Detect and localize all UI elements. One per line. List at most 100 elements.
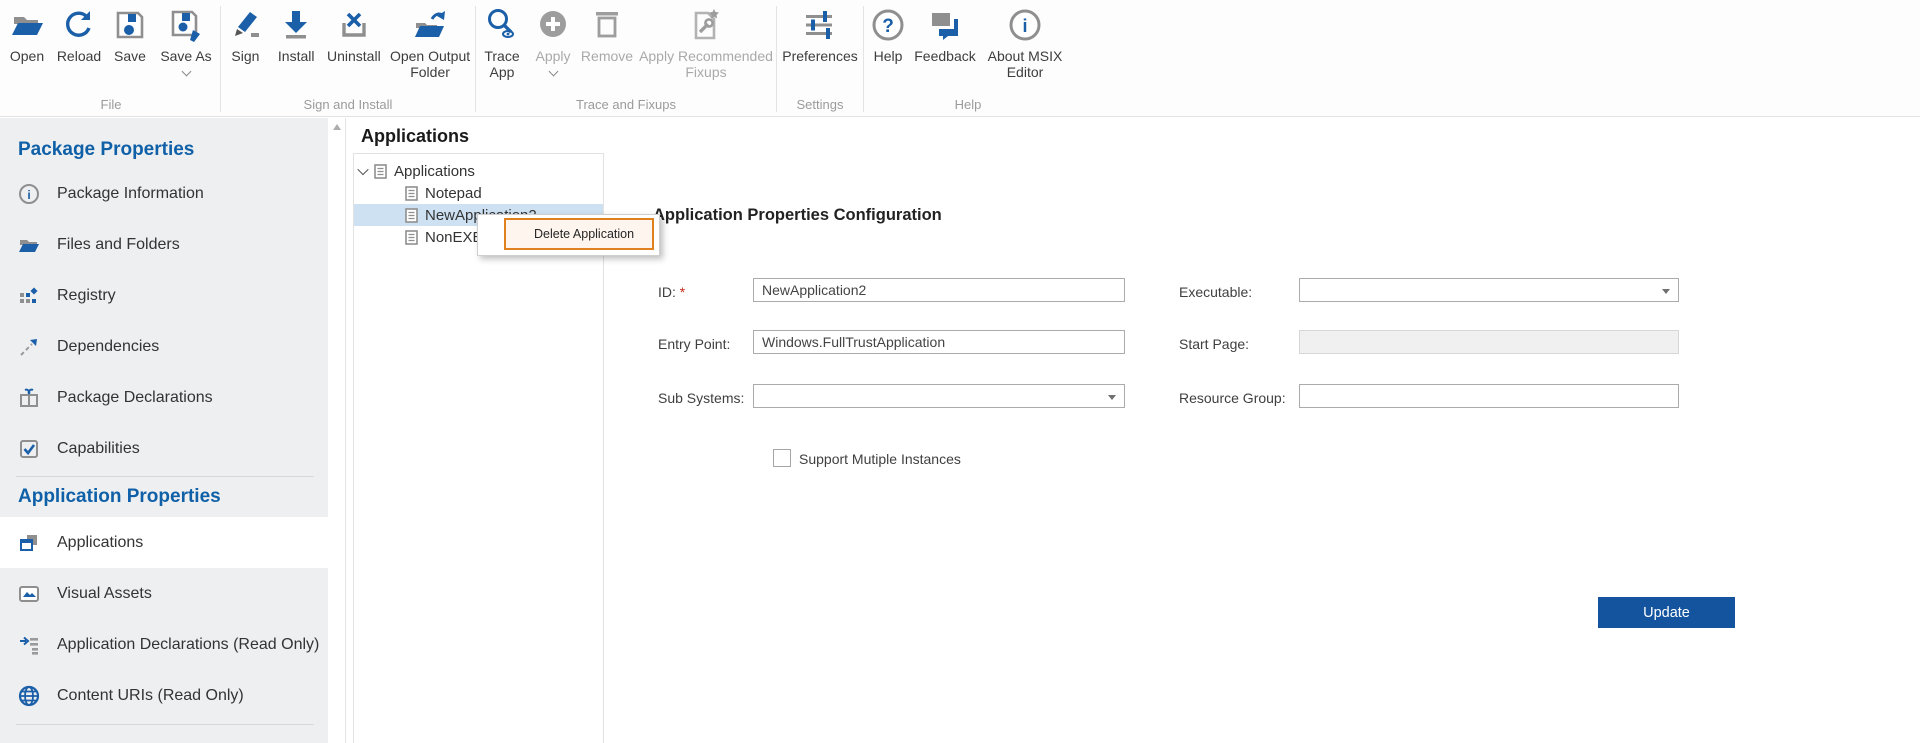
- sidebar-item-label: Dependencies: [57, 337, 160, 355]
- ribbon-group-file: Open Reload Save Save As File: [2, 0, 220, 116]
- executable-label: Executable:: [1179, 284, 1253, 300]
- main-content: Applications Applications Notepad NewApp…: [347, 118, 1920, 743]
- trash-icon: [589, 5, 625, 45]
- sidebar-item-label: Content URIs (Read Only): [57, 686, 244, 704]
- chevron-down-icon: [1662, 289, 1670, 294]
- sidebar-item-package-declarations[interactable]: Package Declarations: [0, 372, 328, 423]
- help-button[interactable]: ? Help: [864, 0, 912, 64]
- apply-button-label: Apply: [535, 48, 571, 64]
- sidebar-item-application-declarations[interactable]: Application Declarations (Read Only): [0, 619, 328, 670]
- sidebar-item-files-and-folders[interactable]: Files and Folders: [0, 219, 328, 270]
- tree-item-notepad[interactable]: Notepad: [354, 182, 603, 204]
- tree-item-label: Applications: [394, 162, 475, 180]
- preferences-button-label: Preferences: [782, 48, 858, 64]
- sidebar-item-label: Files and Folders: [57, 235, 180, 253]
- reload-button[interactable]: Reload: [52, 0, 106, 64]
- windows-stack-icon: [18, 532, 40, 554]
- sign-button[interactable]: Sign: [221, 0, 270, 64]
- sidebar-item-label: Package Information: [57, 184, 204, 202]
- sidebar-item-capabilities[interactable]: Capabilities: [0, 423, 328, 474]
- delete-application-menu-item[interactable]: Delete Application: [504, 218, 654, 250]
- tree-item-applications-root[interactable]: Applications: [354, 160, 603, 182]
- sidebar-item-label: Applications: [57, 533, 144, 551]
- remove-button: Remove: [578, 0, 636, 64]
- save-as-icon: [168, 5, 204, 45]
- tree-item-label: NonEXE: [425, 228, 483, 246]
- sidebar-item-registry[interactable]: Registry: [0, 270, 328, 321]
- sidebar-item-label: Registry: [57, 286, 116, 304]
- about-info-icon: i: [1007, 5, 1043, 45]
- install-button[interactable]: Install: [270, 0, 323, 64]
- save-as-button[interactable]: Save As: [154, 0, 218, 77]
- ribbon-group-file-label: File: [100, 97, 122, 112]
- update-button[interactable]: Update: [1598, 597, 1735, 628]
- open-folder-icon: [9, 5, 45, 45]
- open-output-folder-button-label: Open Output Folder: [389, 48, 471, 80]
- open-button-label: Open: [9, 48, 45, 64]
- apply-recommended-fixups-button: Apply Recommended Fixups: [636, 0, 776, 80]
- chevron-down-icon: [1108, 395, 1116, 400]
- registry-grid-icon: [18, 285, 40, 307]
- resource-group-label: Resource Group:: [1179, 390, 1286, 406]
- ribbon-group-sign-install-label: Sign and Install: [303, 97, 393, 112]
- fixups-document-icon: [688, 5, 724, 45]
- chevron-down-icon: [181, 66, 191, 77]
- sidebar-item-label: Capabilities: [57, 439, 140, 457]
- apply-button: Apply: [528, 0, 578, 77]
- document-icon: [405, 207, 418, 223]
- application-properties-header: Application Properties: [18, 486, 221, 507]
- sidebar-item-content-uris[interactable]: Content URIs (Read Only): [0, 670, 328, 721]
- dependencies-arrow-icon: [18, 336, 40, 358]
- entry-point-input[interactable]: [753, 330, 1125, 354]
- sidebar-item-label: Application Declarations (Read Only): [57, 635, 320, 653]
- sidebar-item-label: Visual Assets: [57, 584, 152, 602]
- install-arrow-icon: [278, 5, 314, 45]
- document-icon: [374, 163, 387, 179]
- open-output-folder-button[interactable]: Open Output Folder: [385, 0, 475, 80]
- support-multiple-instances-checkbox[interactable]: [773, 449, 791, 467]
- page-title: Applications: [361, 126, 470, 146]
- output-folder-icon: [412, 5, 448, 45]
- chevron-down-icon: [548, 66, 558, 77]
- save-icon: [112, 5, 148, 45]
- preferences-button[interactable]: Preferences: [777, 0, 863, 64]
- feedback-button[interactable]: Feedback: [912, 0, 978, 64]
- remove-button-label: Remove: [580, 48, 634, 64]
- open-button[interactable]: Open: [2, 0, 52, 64]
- install-button-label: Install: [277, 48, 315, 64]
- apply-plus-icon: [535, 5, 571, 45]
- id-input[interactable]: [753, 278, 1125, 302]
- save-button-label: Save: [114, 48, 146, 64]
- navigation-sidebar: Package Properties i Package Information…: [0, 118, 328, 743]
- save-button[interactable]: Save: [106, 0, 154, 64]
- scroll-up-button[interactable]: [328, 118, 345, 136]
- sidebar-item-applications[interactable]: Applications: [0, 517, 328, 568]
- svg-text:i: i: [1022, 16, 1027, 36]
- about-msix-editor-button[interactable]: i About MSIX Editor: [978, 0, 1072, 80]
- id-label: ID: *: [658, 284, 686, 300]
- executable-combobox[interactable]: [1299, 278, 1679, 302]
- globe-icon: [18, 685, 40, 707]
- sidebar-item-visual-assets[interactable]: Visual Assets: [0, 568, 328, 619]
- sidebar-item-package-information[interactable]: i Package Information: [0, 168, 328, 219]
- resource-group-input[interactable]: [1299, 384, 1679, 408]
- uninstall-button-label: Uninstall: [327, 48, 381, 64]
- save-as-button-label: Save As: [160, 48, 212, 64]
- ribbon-group-settings-label: Settings: [796, 97, 844, 112]
- form-heading: Application Properties Configuration: [653, 206, 942, 224]
- trace-app-button[interactable]: Trace App: [476, 0, 528, 80]
- reload-icon: [61, 5, 97, 45]
- package-properties-header: Package Properties: [18, 139, 195, 160]
- tree-expander-chevron-down-icon[interactable]: [357, 163, 369, 176]
- uninstall-button[interactable]: Uninstall: [323, 0, 386, 64]
- reload-button-label: Reload: [56, 48, 102, 64]
- sidebar-item-dependencies[interactable]: Dependencies: [0, 321, 328, 372]
- support-multiple-instances-label: Support Mutiple Instances: [799, 451, 961, 467]
- tree-item-label: Notepad: [425, 184, 482, 202]
- arrow-up-icon: [332, 124, 341, 130]
- trace-magnifier-icon: [484, 5, 520, 45]
- sub-systems-combobox[interactable]: [753, 384, 1125, 408]
- required-asterisk: *: [679, 284, 686, 300]
- sidebar-scrollbar[interactable]: [328, 118, 346, 743]
- sidebar-item-label: Package Declarations: [57, 388, 213, 406]
